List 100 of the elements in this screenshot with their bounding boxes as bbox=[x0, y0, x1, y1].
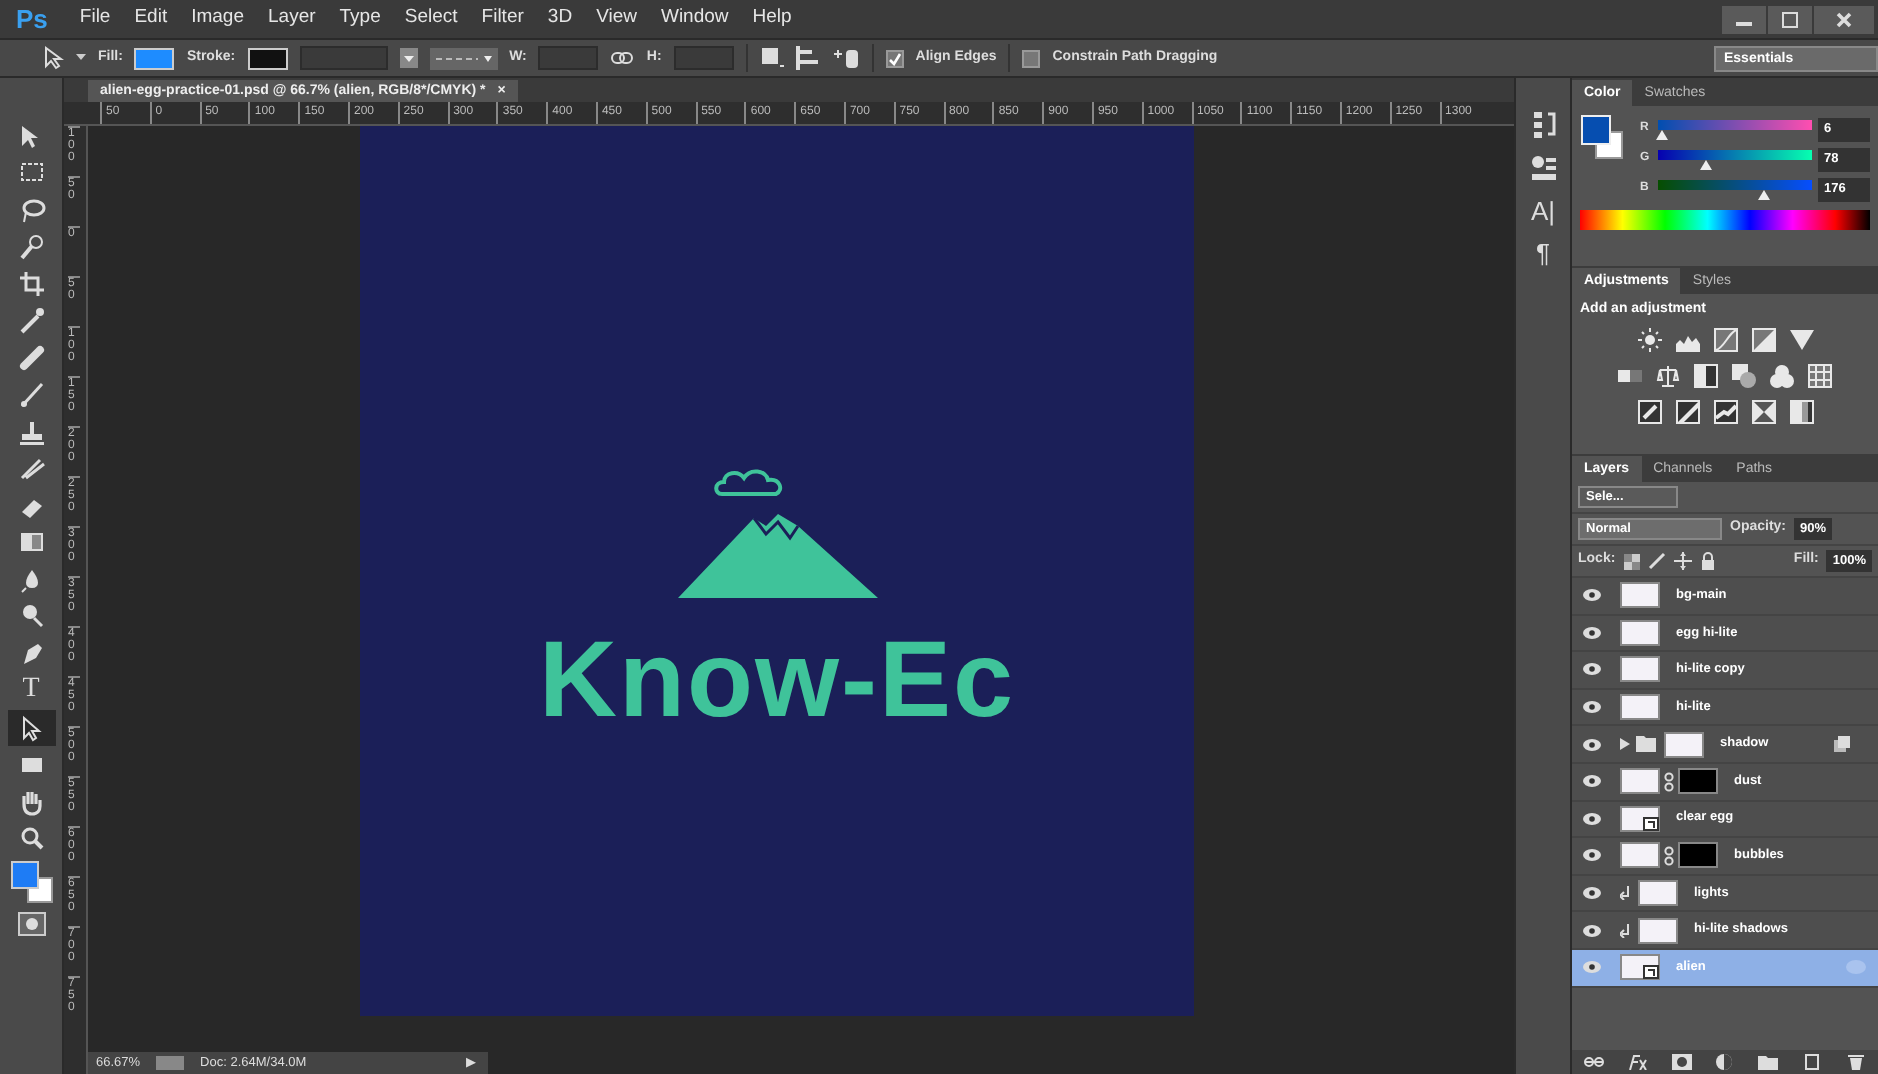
stamp-icon bbox=[17, 417, 45, 446]
properties-icon[interactable] bbox=[1529, 154, 1557, 182]
quick-selection-icon bbox=[17, 232, 45, 261]
adjustment-layer-icon[interactable] bbox=[1714, 1054, 1735, 1070]
color-slider[interactable] bbox=[1658, 118, 1812, 140]
expand-arrow-icon[interactable] bbox=[1620, 738, 1630, 751]
gradient-icon bbox=[17, 528, 45, 557]
stroke-width-field[interactable] bbox=[299, 46, 388, 70]
menu-item[interactable]: Filter bbox=[469, 4, 536, 34]
move-icon[interactable] bbox=[1673, 552, 1692, 570]
width-field[interactable] bbox=[538, 46, 599, 70]
brush-icon[interactable] bbox=[1647, 552, 1666, 570]
type-tool[interactable]: T bbox=[7, 673, 55, 708]
menu-item[interactable]: Type bbox=[327, 4, 393, 34]
eye-icon[interactable] bbox=[1582, 625, 1602, 640]
eye-icon[interactable] bbox=[1582, 848, 1602, 863]
menu-item[interactable]: Edit bbox=[122, 4, 180, 34]
overlapping-squares-icon[interactable] bbox=[1732, 363, 1756, 387]
eye-icon[interactable] bbox=[1582, 960, 1602, 975]
height-field[interactable] bbox=[673, 46, 734, 70]
export-icon[interactable] bbox=[156, 1056, 185, 1070]
tool-button[interactable] bbox=[7, 710, 55, 745]
brush-icon bbox=[17, 380, 45, 409]
caret-icon[interactable] bbox=[76, 54, 86, 62]
eye-icon[interactable] bbox=[1582, 700, 1602, 715]
clipping-arrow-icon bbox=[1620, 886, 1630, 901]
smart-object-thumbnail bbox=[1620, 954, 1660, 981]
menu-item[interactable]: Help bbox=[740, 4, 804, 34]
marquee-tool-icon bbox=[17, 158, 45, 187]
slider-thumb[interactable] bbox=[1758, 190, 1771, 200]
menu-item[interactable]: Image bbox=[179, 4, 256, 34]
layer-thumbnail bbox=[1638, 917, 1678, 944]
curves-icon[interactable] bbox=[1713, 327, 1737, 351]
eye-icon[interactable] bbox=[1582, 737, 1602, 752]
new-group-icon[interactable] bbox=[1758, 1054, 1779, 1070]
stroke-swatch[interactable] bbox=[247, 47, 288, 69]
line-style-dropdown[interactable] bbox=[429, 47, 498, 69]
threshold-icon[interactable] bbox=[1713, 399, 1737, 423]
minimize-button[interactable] bbox=[1722, 5, 1766, 33]
layer-thumbnail bbox=[1664, 731, 1704, 758]
circles-icon[interactable] bbox=[1770, 363, 1794, 387]
layer-style-icon[interactable] bbox=[1627, 1054, 1648, 1070]
checkbox[interactable] bbox=[885, 49, 904, 67]
close-button[interactable] bbox=[1814, 5, 1874, 33]
path-alignment-icon[interactable] bbox=[795, 46, 820, 70]
menu-item[interactable]: Window bbox=[648, 4, 741, 34]
path-arrangement-icon[interactable] bbox=[831, 46, 860, 70]
invert-icon[interactable] bbox=[1637, 399, 1661, 423]
history-icon[interactable] bbox=[1531, 110, 1555, 138]
gradient-square-icon[interactable] bbox=[1789, 399, 1813, 423]
panel-dock-button[interactable]: A| bbox=[1530, 198, 1556, 224]
half-square-icon[interactable] bbox=[1694, 363, 1718, 387]
layer-thumbnail bbox=[1620, 582, 1660, 609]
layer-thumbnail bbox=[1620, 619, 1660, 646]
quick-mask-icon[interactable] bbox=[17, 912, 45, 936]
eye-icon[interactable] bbox=[1582, 588, 1602, 603]
eye-icon[interactable] bbox=[1582, 886, 1602, 901]
checkbox[interactable] bbox=[1022, 49, 1041, 67]
eye-icon[interactable] bbox=[1582, 774, 1602, 789]
logo-text: Know-Ec bbox=[538, 626, 1015, 734]
eye-icon[interactable] bbox=[1582, 811, 1602, 826]
menu-item[interactable]: View bbox=[584, 4, 649, 34]
exposure-icon[interactable] bbox=[1751, 327, 1775, 351]
link-layers-icon[interactable] bbox=[1583, 1054, 1604, 1070]
trash-icon[interactable] bbox=[1845, 1054, 1866, 1070]
lock-transparency-icon[interactable] bbox=[1623, 553, 1640, 569]
selective-color-icon[interactable] bbox=[1751, 399, 1775, 423]
maximize-button[interactable] bbox=[1768, 5, 1812, 33]
clipping-arrow-icon bbox=[1620, 923, 1630, 938]
menu-item[interactable]: File bbox=[67, 4, 123, 34]
layer-thumbnail bbox=[1638, 880, 1678, 907]
scales-icon[interactable] bbox=[1656, 363, 1680, 387]
foreground-background-swatch[interactable] bbox=[1580, 114, 1624, 162]
eye-icon[interactable] bbox=[1582, 662, 1602, 677]
lasso-tool-icon bbox=[17, 195, 45, 224]
posterize-icon[interactable] bbox=[1675, 399, 1699, 423]
layer-mask-thumbnail bbox=[1678, 768, 1718, 795]
pointer-icon[interactable] bbox=[44, 46, 64, 70]
checkmark-icon bbox=[887, 51, 902, 65]
fill-swatch[interactable] bbox=[134, 47, 175, 69]
menu-item[interactable]: Select bbox=[392, 4, 470, 34]
menu-item[interactable]: Layer bbox=[256, 4, 328, 34]
dropdown-icon[interactable] bbox=[399, 48, 418, 68]
layer-mask-thumbnail bbox=[1678, 842, 1718, 869]
smart-filter-badge-icon bbox=[1846, 960, 1866, 975]
grid-icon[interactable] bbox=[1808, 363, 1832, 387]
layer-thumbnail bbox=[1620, 842, 1660, 869]
maximize-icon bbox=[1782, 11, 1798, 27]
link-icon[interactable] bbox=[610, 50, 635, 66]
panel-dock-button[interactable]: ¶ bbox=[1536, 240, 1550, 266]
lock-icon[interactable] bbox=[1699, 552, 1716, 570]
path-operations-icon[interactable] bbox=[759, 46, 784, 70]
eye-icon[interactable] bbox=[1582, 923, 1602, 938]
triangle-icon[interactable] bbox=[1789, 327, 1813, 351]
add-mask-icon[interactable] bbox=[1671, 1054, 1692, 1070]
menu-item[interactable]: 3D bbox=[535, 4, 585, 34]
smart-object-thumbnail bbox=[1620, 805, 1660, 832]
new-layer-icon[interactable] bbox=[1802, 1054, 1823, 1070]
sun-icon[interactable] bbox=[1637, 327, 1661, 351]
color-spectrum[interactable] bbox=[1580, 210, 1870, 230]
